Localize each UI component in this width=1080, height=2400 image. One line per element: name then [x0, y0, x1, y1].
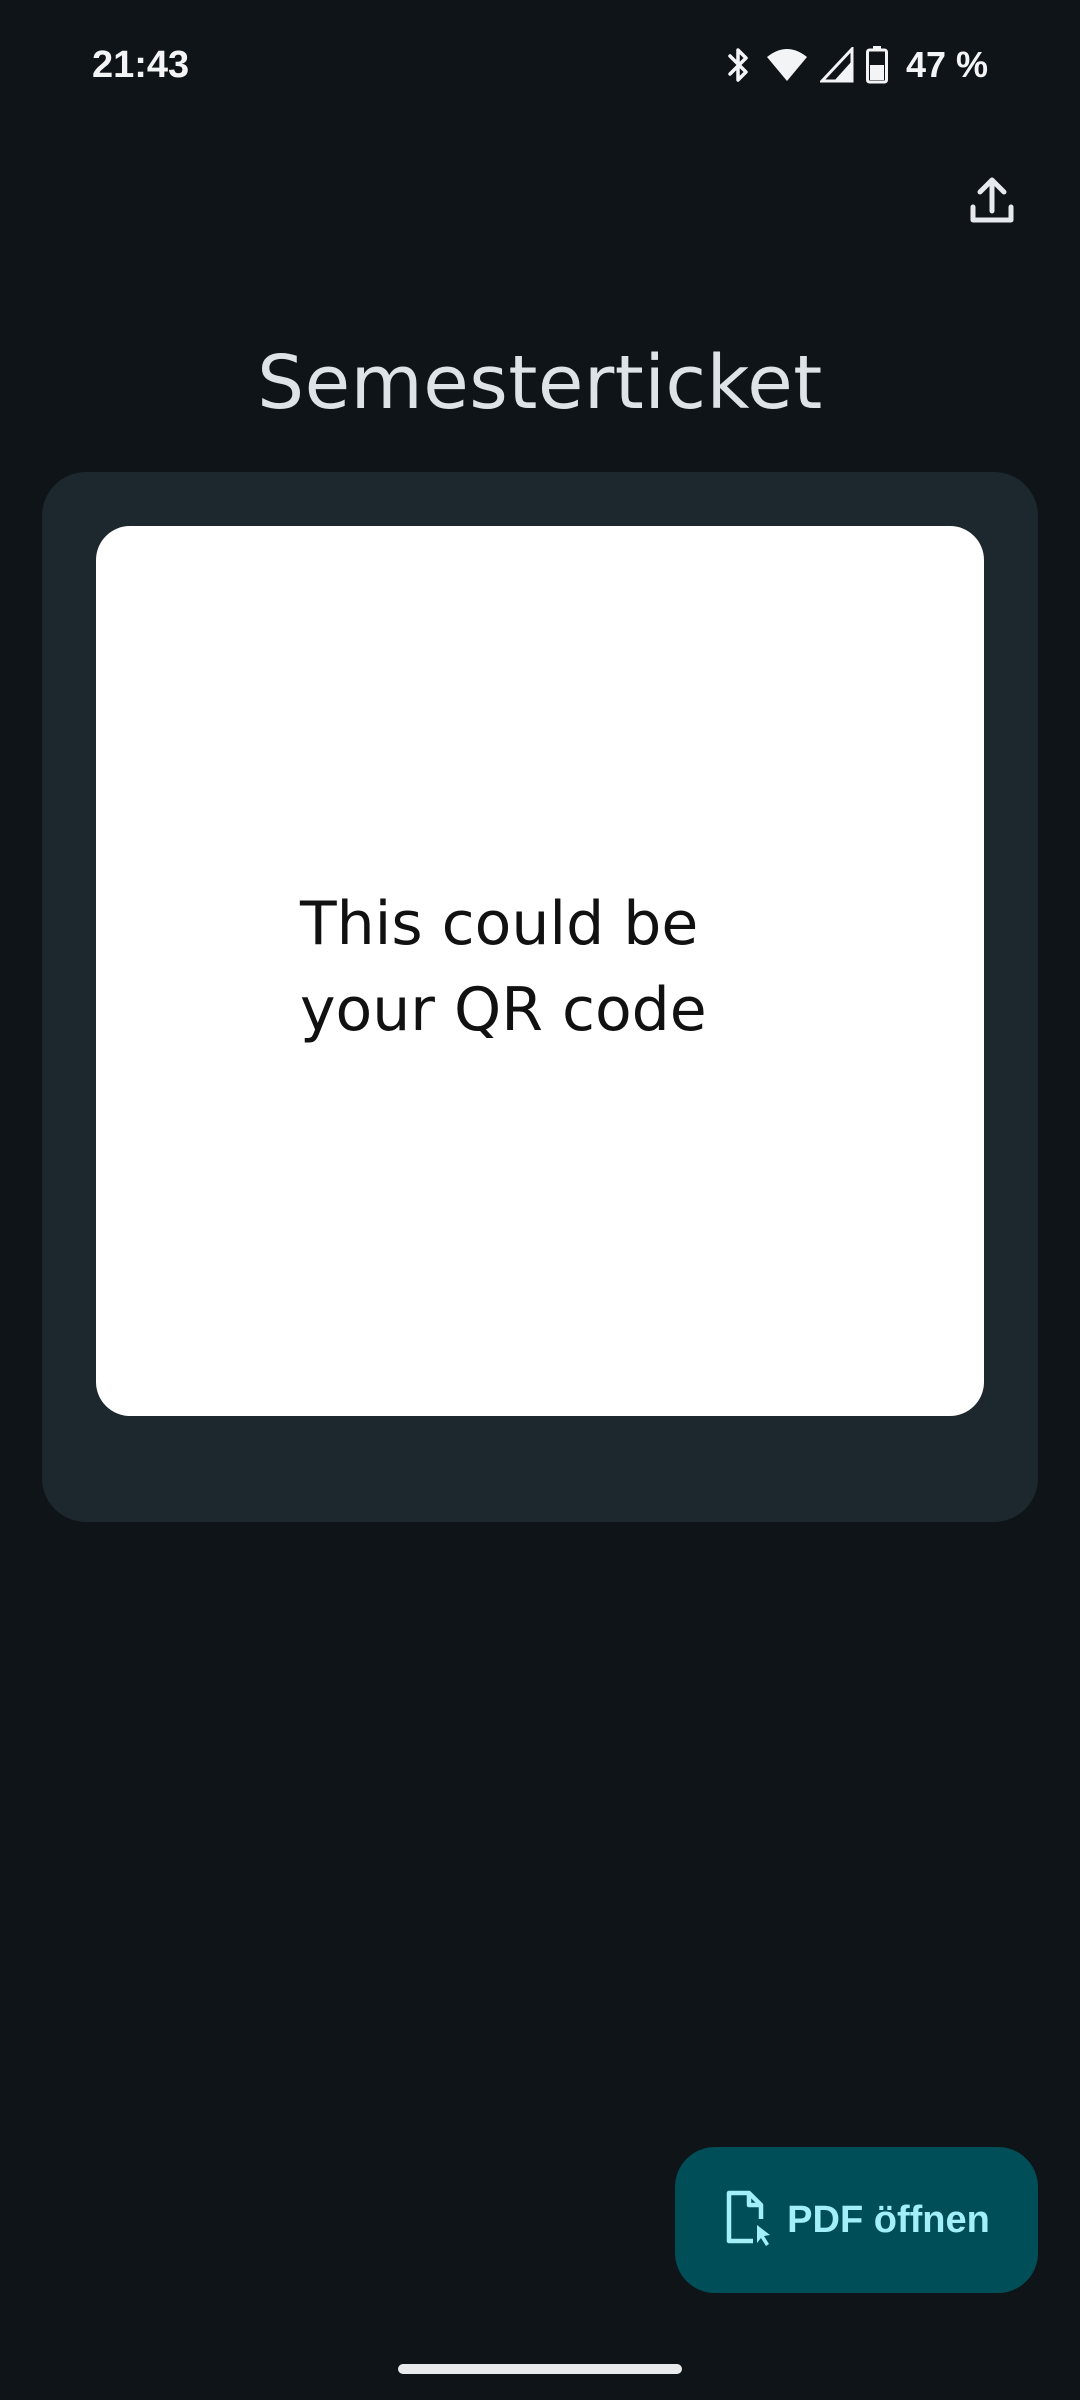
- bluetooth-icon: [724, 45, 754, 85]
- ticket-card: This could be your QR code: [42, 472, 1038, 1522]
- share-upload-icon: [968, 175, 1016, 229]
- status-bar: 21:43 47 %: [0, 0, 1080, 130]
- page-title: Semesterticket: [257, 340, 823, 426]
- open-pdf-label: PDF öffnen: [787, 2198, 990, 2241]
- open-pdf-button[interactable]: PDF öffnen: [675, 2147, 1038, 2293]
- status-icons: 47 %: [724, 44, 988, 86]
- qr-code-area: This could be your QR code: [96, 526, 984, 1416]
- qr-placeholder-line-2: your QR code: [300, 975, 707, 1045]
- qr-placeholder-text: This could be your QR code: [300, 881, 820, 1053]
- qr-placeholder-line-1: This could be: [300, 889, 699, 959]
- gesture-nav-handle[interactable]: [398, 2364, 682, 2374]
- share-button[interactable]: [950, 160, 1034, 244]
- file-open-icon: [723, 2189, 773, 2251]
- cellular-signal-icon: [819, 47, 854, 83]
- battery-percentage: 47 %: [905, 44, 988, 85]
- battery-icon: [865, 46, 888, 84]
- screen: 21:43 47 % Semesterticket This could be …: [0, 0, 1080, 2400]
- wifi-icon: [766, 47, 808, 83]
- status-time: 21:43: [92, 44, 190, 86]
